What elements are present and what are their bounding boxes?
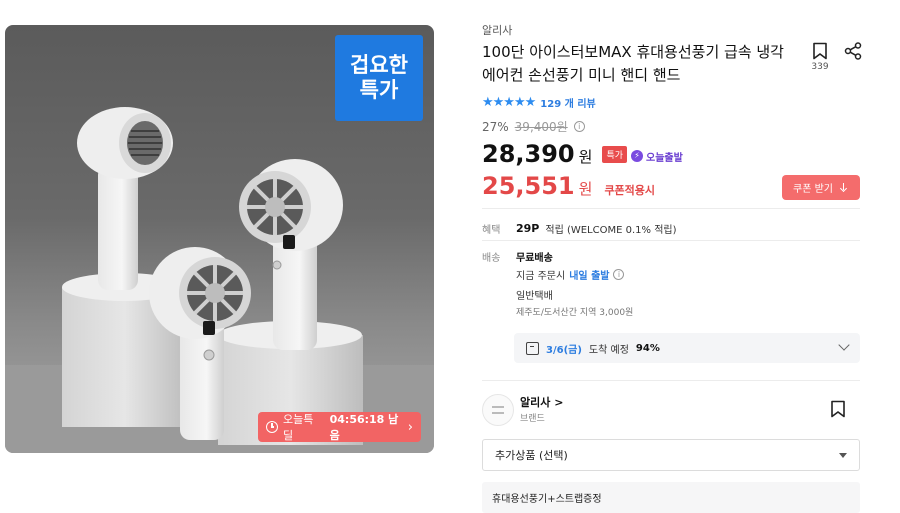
divider <box>482 208 860 209</box>
arrival-probability: 94% <box>635 342 660 354</box>
benefit-desc: 적립 (WELCOME 0.1% 적립) <box>545 225 677 236</box>
today-deal-timer[interactable]: 오늘특딜 04:56:18 남음 › <box>258 412 421 442</box>
bookmark-icon[interactable] <box>830 400 846 418</box>
download-icon <box>839 182 849 193</box>
free-shipping: 무료배송 <box>516 253 553 264</box>
coupon-price-row: 25,551 원 쿠폰적용시 <box>482 172 655 200</box>
brand-row[interactable]: 알리사 > 브랜드 <box>482 390 860 430</box>
discount-row: 27% 39,400원 i <box>482 118 585 135</box>
share-icon[interactable] <box>844 42 862 60</box>
bookmark-count: 339 <box>811 62 829 72</box>
special-deal-badge: 겁요한 특가 <box>335 35 423 121</box>
lightning-icon: ⚡ <box>631 150 643 162</box>
package-icon <box>526 341 539 355</box>
divider <box>482 380 860 381</box>
today-ship-tag: ⚡ 오늘출발 <box>631 149 683 164</box>
original-price: 39,400원 <box>514 120 568 134</box>
brand-name[interactable]: 알리사 > <box>520 394 563 410</box>
price-row: 28,390 원 특가 ⚡ 오늘출발 <box>482 140 683 168</box>
info-icon[interactable]: i <box>573 121 585 132</box>
benefit-row: 혜택 29P 적립 (WELCOME 0.1% 적립) <box>482 221 677 236</box>
chevron-right-icon: › <box>407 419 413 435</box>
badge-line-1: 겁요한 <box>350 53 408 77</box>
arrival-date: 3/6(금) <box>546 344 582 356</box>
caret-down-icon <box>839 452 847 458</box>
shipping-type: 일반택배 <box>516 291 553 302</box>
divider <box>482 240 860 241</box>
rating-row[interactable]: ★★★★★ 129 개 리뷰 <box>482 95 596 110</box>
order-prefix: 지금 주문시 <box>516 271 566 282</box>
info-icon[interactable]: i <box>613 269 625 280</box>
discount-rate: 27% <box>482 119 509 134</box>
special-tag: 특가 <box>602 146 627 163</box>
get-coupon-button[interactable]: 쿠폰 받기 <box>782 175 860 200</box>
shipping-order-info: 지금 주문시 내일 출발 i <box>516 267 625 282</box>
clock-icon <box>266 421 278 433</box>
get-coupon-label: 쿠폰 받기 <box>793 184 833 195</box>
brand-logo <box>482 394 514 426</box>
add-product-select[interactable]: 추가상품 (선택) <box>482 439 860 471</box>
badge-line-2: 특가 <box>359 78 399 102</box>
bookmark-button[interactable]: 339 <box>810 42 830 72</box>
arrival-text: 도착 예정 <box>588 344 629 356</box>
shipping-extra-fee: 제주도/도서산간 지역 3,000원 <box>516 308 634 318</box>
coupon-applied-label: 쿠폰적용시 <box>604 184 656 197</box>
option-item[interactable]: 휴대용선풍기+스트랩증정 <box>482 482 860 513</box>
benefit-label: 혜택 <box>482 225 501 236</box>
brand-sub: 브랜드 <box>520 414 545 424</box>
bookmark-icon <box>813 42 827 60</box>
add-product-select-value: 추가상품 (선택) <box>495 449 568 462</box>
shipping-label: 배송 <box>482 253 501 264</box>
product-title: 100단 아이스터보MAX 휴대용선풍기 급속 냉각 에어컨 손선풍기 미니 핸… <box>482 43 784 84</box>
title-actions: 339 <box>810 42 862 72</box>
today-ship-label: 오늘출발 <box>646 152 683 164</box>
product-image[interactable]: 겁요한 특가 오늘특딜 04:56:18 남음 › <box>5 25 434 453</box>
star-rating-icon: ★★★★★ <box>482 95 536 110</box>
coupon-price: 25,551 <box>482 172 575 200</box>
arrival-estimate[interactable]: 3/6(금) 도착 예정 94% <box>514 333 860 363</box>
ship-tomorrow: 내일 출발 <box>569 271 610 282</box>
product-info-panel: 알리사 100단 아이스터보MAX 휴대용선풍기 급속 냉각 에어컨 손선풍기 … <box>482 0 862 513</box>
timer-value: 04:56:18 남음 <box>329 413 399 442</box>
sale-price-unit: 원 <box>578 148 593 166</box>
chevron-down-icon <box>838 339 850 351</box>
benefit-points: 29P <box>516 222 540 235</box>
coupon-price-unit: 원 <box>578 180 593 198</box>
seller-name[interactable]: 알리사 <box>482 22 512 38</box>
option-label: 휴대용선풍기+스트랩증정 <box>492 494 602 505</box>
sale-price: 28,390 <box>482 140 575 168</box>
review-count[interactable]: 129 개 리뷰 <box>540 95 595 110</box>
timer-label: 오늘특딜 <box>283 413 314 442</box>
